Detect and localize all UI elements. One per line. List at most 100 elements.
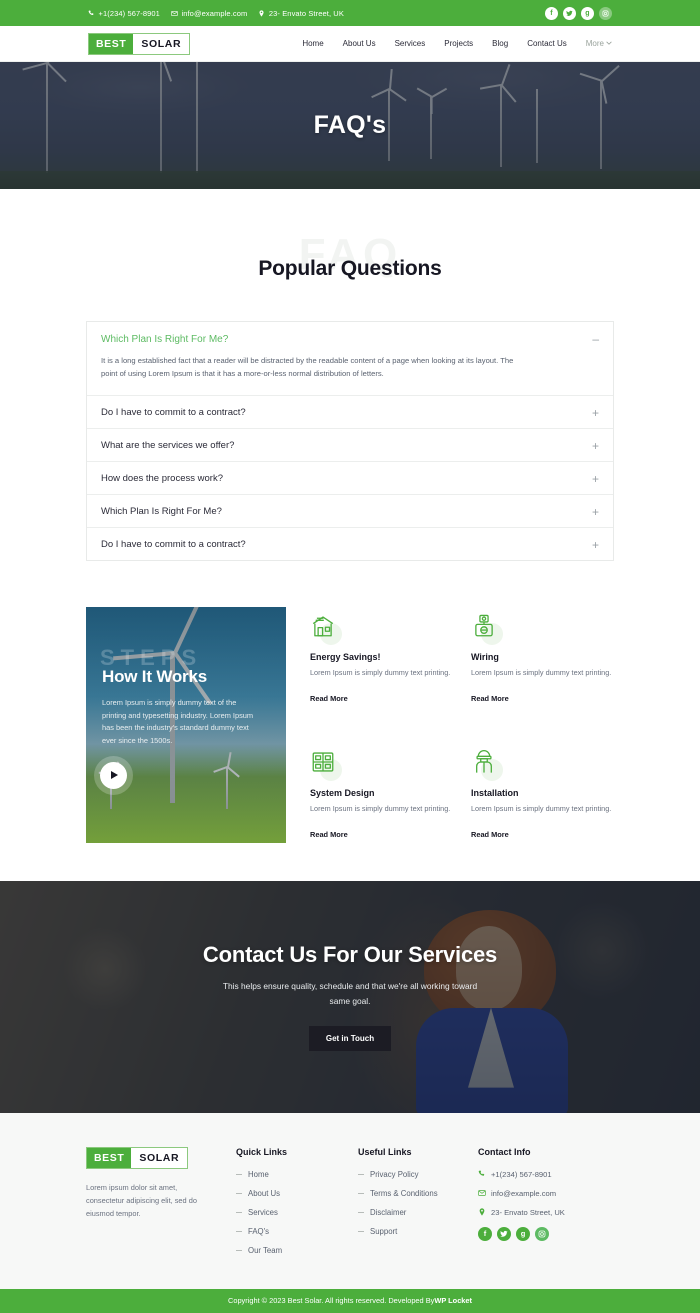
page-title: FAQ's xyxy=(313,111,387,139)
nav-menu: Home About Us Services Projects Blog Con… xyxy=(302,39,612,48)
minus-icon[interactable]: – xyxy=(592,333,599,345)
contact-cta-section: Contact Us For Our Services This helps e… xyxy=(0,880,700,1113)
accordion-item: Which Plan Is Right For Me? + xyxy=(87,495,613,528)
nav-item-contact-us[interactable]: Contact Us xyxy=(527,39,567,48)
accordion-header[interactable]: What are the services we offer? + xyxy=(87,429,613,461)
feature-card: Installation Lorem Ipsum is simply dummy… xyxy=(471,749,614,843)
accordion-header[interactable]: Which Plan Is Right For Me? + xyxy=(87,495,613,527)
feature-title: Installation xyxy=(471,787,519,798)
footer-useful-link-terms[interactable]: Terms & Conditions xyxy=(370,1189,438,1198)
footer-link-item: Services xyxy=(236,1208,358,1217)
footer-link-item: FAQ's xyxy=(236,1227,358,1236)
site-footer: BEST SOLAR Lorem ipsum dolor sit amet, c… xyxy=(0,1112,700,1289)
nav-item-projects[interactable]: Projects xyxy=(444,39,473,48)
wiring-meter-icon xyxy=(471,613,503,645)
plus-icon[interactable]: + xyxy=(592,473,599,485)
accordion-header[interactable]: How does the process work? + xyxy=(87,462,613,494)
plus-icon[interactable]: + xyxy=(592,440,599,452)
logo-solar-text: SOLAR xyxy=(141,37,182,50)
footer-quick-link-about-us[interactable]: About Us xyxy=(248,1189,280,1198)
footer-link-item: Our Team xyxy=(236,1246,358,1255)
google-plus-icon[interactable]: g xyxy=(581,6,594,20)
solar-panel-icon xyxy=(310,749,342,781)
cta-title: Contact Us For Our Services xyxy=(202,941,498,967)
footer-useful-link-privacy-policy[interactable]: Privacy Policy xyxy=(370,1170,419,1179)
nav-item-home[interactable]: Home xyxy=(302,39,323,48)
footer-useful-link-disclaimer[interactable]: Disclaimer xyxy=(370,1208,406,1217)
instagram-icon[interactable] xyxy=(535,1226,549,1241)
accordion-item: Do I have to commit to a contract? + xyxy=(87,396,613,429)
nav-item-about-us[interactable]: About Us xyxy=(343,39,376,48)
solar-house-icon xyxy=(310,613,342,645)
developer-brand[interactable]: WP Locket xyxy=(434,1296,472,1305)
topbar-email[interactable]: info@example.com xyxy=(171,9,247,18)
accordion-item: Which Plan Is Right For Me? – It is a lo… xyxy=(87,322,613,396)
feature-title: Energy Savings! xyxy=(310,651,381,662)
accordion-header[interactable]: Which Plan Is Right For Me? – xyxy=(87,322,613,354)
topbar-social-group: f g xyxy=(545,6,612,20)
plus-icon[interactable]: + xyxy=(592,506,599,518)
feature-grid: Energy Savings! Lorem Ipsum is simply du… xyxy=(310,607,614,843)
footer-phone[interactable]: +1(234) 567-8901 xyxy=(478,1170,614,1179)
read-more-link[interactable]: Read More xyxy=(471,830,509,839)
top-info-bar: +1(234) 567-8901 info@example.com 23- En… xyxy=(0,0,700,26)
feature-text: Lorem Ipsum is simply dummy text printin… xyxy=(471,667,612,677)
faq-accordion: Which Plan Is Right For Me? – It is a lo… xyxy=(86,321,614,561)
nav-item-more[interactable]: More xyxy=(586,39,612,48)
footer-logo-best-text: BEST xyxy=(87,1147,132,1168)
nav-item-services[interactable]: Services xyxy=(395,39,426,48)
faq-section: FAQ Popular Questions Which Plan Is Righ… xyxy=(0,189,700,561)
footer-quick-links-column: Quick Links Home About Us Services FAQ's… xyxy=(236,1147,358,1265)
hero-banner: FAQ's xyxy=(0,62,700,189)
feature-text: Lorem Ipsum is simply dummy text printin… xyxy=(310,803,451,813)
how-it-works-video-card[interactable]: STEPS How It Works Lorem Ipsum is simply… xyxy=(86,606,286,843)
facebook-icon[interactable]: f xyxy=(478,1226,492,1241)
read-more-link[interactable]: Read More xyxy=(310,830,348,839)
dash-icon xyxy=(358,1211,364,1213)
footer-address: 23- Envato Street, UK xyxy=(478,1208,614,1217)
footer-quick-link-faqs[interactable]: FAQ's xyxy=(248,1227,269,1236)
twitter-icon[interactable] xyxy=(563,6,576,20)
footer-quick-link-services[interactable]: Services xyxy=(248,1208,278,1217)
google-plus-icon[interactable]: g xyxy=(516,1226,530,1241)
chevron-down-icon xyxy=(606,41,612,47)
twitter-icon[interactable] xyxy=(497,1226,511,1241)
dash-icon xyxy=(236,1173,242,1175)
play-button[interactable] xyxy=(100,761,127,789)
plus-icon[interactable]: + xyxy=(592,539,599,551)
footer-social-group: f g xyxy=(478,1226,614,1241)
topbar-address: 23- Envato Street, UK xyxy=(258,9,344,18)
accordion-item: Do I have to commit to a contract? + xyxy=(87,528,613,560)
dash-icon xyxy=(236,1230,242,1232)
nav-item-blog[interactable]: Blog xyxy=(492,39,508,48)
accordion-header[interactable]: Do I have to commit to a contract? + xyxy=(87,396,613,428)
footer-description: Lorem ipsum dolor sit amet, consectetur … xyxy=(86,1182,197,1219)
dash-icon xyxy=(358,1173,364,1175)
feature-card: Energy Savings! Lorem Ipsum is simply du… xyxy=(310,613,453,707)
footer-logo[interactable]: BEST SOLAR xyxy=(86,1146,189,1169)
accordion-question: Which Plan Is Right For Me? xyxy=(101,506,222,518)
mail-icon xyxy=(478,1189,486,1197)
footer-email[interactable]: info@example.com xyxy=(478,1189,614,1198)
instagram-icon[interactable] xyxy=(599,6,612,20)
footer-link-item: Support xyxy=(358,1227,478,1236)
footer-link-item: Terms & Conditions xyxy=(358,1189,478,1198)
copyright-text: Copyright © 2023 Best Solar. All rights … xyxy=(228,1296,435,1306)
footer-quick-link-our-team[interactable]: Our Team xyxy=(248,1246,282,1255)
accordion-item: How does the process work? + xyxy=(87,462,613,495)
topbar-email-text: info@example.com xyxy=(181,8,248,18)
get-in-touch-button[interactable]: Get in Touch xyxy=(308,1026,392,1052)
footer-address-text: 23- Envato Street, UK xyxy=(491,1207,565,1217)
nav-more-label: More xyxy=(585,39,604,48)
faq-section-title: Popular Questions xyxy=(258,257,442,280)
plus-icon[interactable]: + xyxy=(592,407,599,419)
topbar-phone[interactable]: +1(234) 567-8901 xyxy=(88,9,160,18)
read-more-link[interactable]: Read More xyxy=(471,694,509,703)
site-logo[interactable]: BEST SOLAR xyxy=(88,32,191,55)
footer-useful-links-column: Useful Links Privacy Policy Terms & Cond… xyxy=(358,1147,478,1265)
read-more-link[interactable]: Read More xyxy=(310,694,348,703)
footer-useful-link-support[interactable]: Support xyxy=(370,1227,397,1236)
facebook-icon[interactable]: f xyxy=(545,6,558,20)
footer-quick-link-home[interactable]: Home xyxy=(248,1170,269,1179)
accordion-header[interactable]: Do I have to commit to a contract? + xyxy=(87,528,613,560)
